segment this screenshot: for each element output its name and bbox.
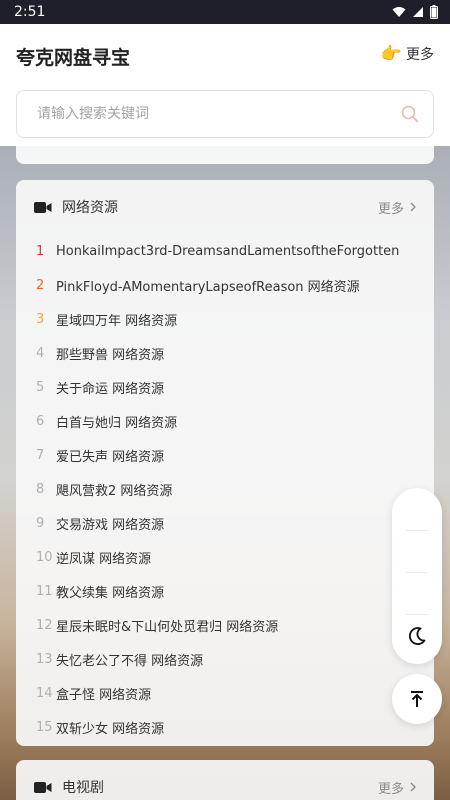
status-bar: 2:51 [0,0,450,24]
item-title: 关于命运 网络资源 [56,381,165,397]
resource-card-header: 网络资源 更多 [16,180,434,234]
signal-icon [413,7,423,17]
app-title: 夸克网盘寻宝 [16,47,131,69]
rank-number: 8 [36,481,45,497]
list-item[interactable]: 6 白首与她归 网络资源 [36,404,418,438]
search-icon[interactable] [401,105,419,123]
pointing-hand-icon: 👉 [380,43,402,64]
rank-number: 11 [36,583,53,599]
item-title: 白首与她归 网络资源 [56,415,178,431]
back-to-top-button[interactable] [392,674,442,724]
item-title: 盒子怪 网络资源 [56,687,152,703]
rank-number: 3 [36,311,45,327]
list-item[interactable]: 15 双斩少女 网络资源 [36,710,418,744]
rank-number: 14 [36,685,53,701]
status-time: 2:51 [14,4,46,20]
list-item[interactable]: 9 交易游戏 网络资源 [36,506,418,540]
resource-card-more-button[interactable]: 更多 [378,198,416,217]
header-more-button[interactable]: 👉 更多 [381,44,434,64]
rank-number: 15 [36,719,53,735]
chevron-right-icon [410,782,416,792]
list-item[interactable]: 4 那些野兽 网络资源 [36,336,418,370]
resource-list: 1 HonkaiImpact3rd-DreamsandLamentsoftheFo… [16,234,434,744]
rank-number: 13 [36,651,53,667]
item-title: 失忆老公了不得 网络资源 [56,653,204,669]
previous-card-bottom [16,146,434,164]
list-item[interactable]: 14 盒子怪 网络资源 [36,676,418,710]
chevron-right-icon [410,202,416,212]
list-item[interactable]: 7 爱已失声 网络资源 [36,438,418,472]
item-title: 教父续集 网络资源 [56,585,165,601]
rank-number: 1 [36,243,45,259]
divider [406,530,428,531]
video-camera-icon [34,201,52,213]
header-more-label: 更多 [406,47,434,63]
tv-card-title: 电视剧 [62,780,104,796]
resource-card: 网络资源 更多 1 HonkaiImpact3rd-DreamsandLament… [16,180,434,746]
list-item[interactable]: 2 PinkFloyd-AMomentaryLapseofReason 网络资源 [36,268,418,302]
item-title: 星辰未眠时&下山何处觅君归 网络资源 [56,619,279,635]
divider [406,614,428,615]
item-title: PinkFloyd-AMomentaryLapseofReason 网络资源 [56,279,360,295]
item-title: 交易游戏 网络资源 [56,517,165,533]
tv-card: 电视剧 更多 [16,760,434,800]
rank-number: 10 [36,549,53,565]
item-title: 那些野兽 网络资源 [56,347,165,363]
rank-number: 5 [36,379,45,395]
resource-card-title: 网络资源 [62,200,118,216]
list-item[interactable]: 3 星域四万年 网络资源 [36,302,418,336]
divider [406,572,428,573]
video-camera-icon [34,781,52,793]
rank-number: 4 [36,345,45,361]
list-item[interactable]: 5 关于命运 网络资源 [36,370,418,404]
rank-number: 9 [36,515,45,531]
floating-action-panel [392,488,442,664]
rank-number: 7 [36,447,45,463]
search-box[interactable] [16,90,434,138]
wifi-icon [392,7,406,17]
list-item[interactable]: 11 教父续集 网络资源 [36,574,418,608]
battery-icon [430,5,438,19]
item-title: 逆凤谋 网络资源 [56,551,152,567]
tv-card-header: 电视剧 更多 [16,760,434,800]
item-title: 双斩少女 网络资源 [56,721,165,737]
list-item[interactable]: 13 失忆老公了不得 网络资源 [36,642,418,676]
item-title: 爱已失声 网络资源 [56,449,165,465]
list-item[interactable]: 12 星辰未眠时&下山何处觅君归 网络资源 [36,608,418,642]
list-item[interactable]: 1 HonkaiImpact3rd-DreamsandLamentsoftheFo… [36,234,418,268]
item-title: 飓风营救2 网络资源 [56,483,173,499]
item-title: 星域四万年 网络资源 [56,313,178,329]
list-item[interactable]: 10 逆凤谋 网络资源 [36,540,418,574]
tv-card-more-label: 更多 [377,781,404,797]
rank-number: 2 [36,277,45,293]
status-icons [392,5,438,19]
moon-icon[interactable] [405,624,429,648]
back-to-top-icon [411,691,423,707]
item-title: HonkaiImpact3rd-DreamsandLamentsoftheFor… [56,243,400,259]
search-input[interactable] [37,106,401,122]
rank-number: 6 [36,413,45,429]
resource-card-more-label: 更多 [377,201,404,217]
tv-card-more-button[interactable]: 更多 [378,778,416,797]
list-item[interactable]: 8 飓风营救2 网络资源 [36,472,418,506]
app-header: 夸克网盘寻宝 👉 更多 [0,24,450,146]
rank-number: 12 [36,617,53,633]
